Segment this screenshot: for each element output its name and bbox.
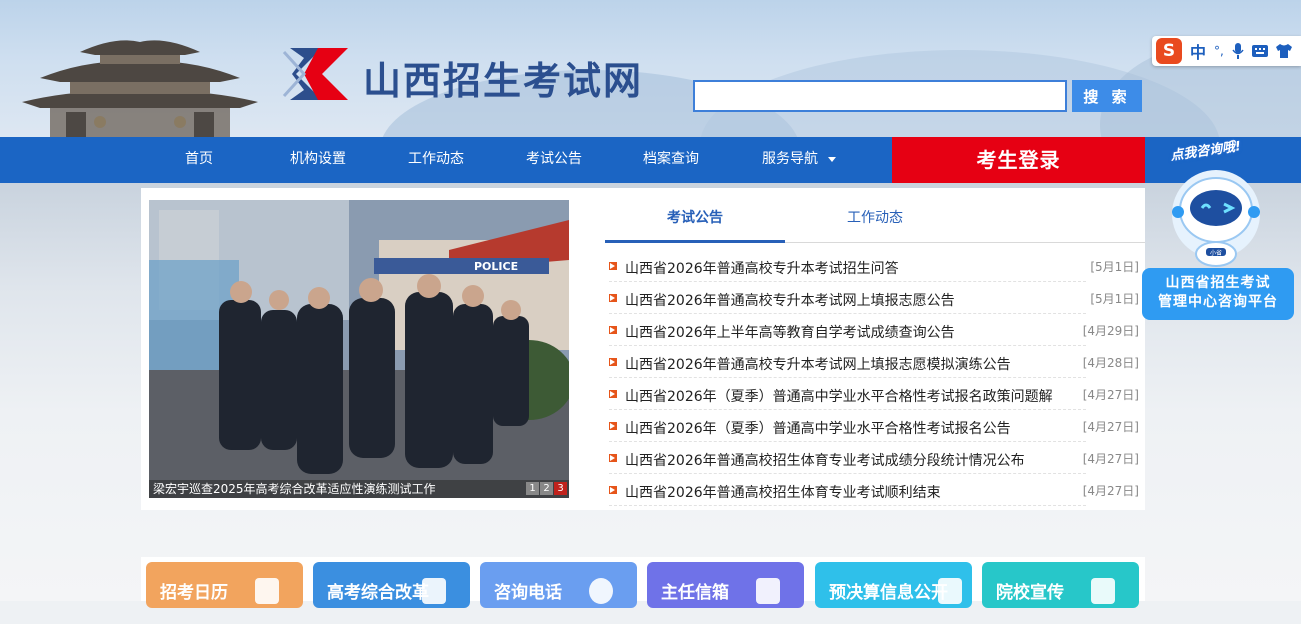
nav-item-home[interactable]: 首页: [185, 137, 213, 183]
police-sign-text: POLICE: [474, 260, 518, 273]
arrow-bullet-icon: [609, 262, 617, 270]
document-edit-icon: [422, 578, 446, 604]
bag-icon: [1091, 578, 1115, 604]
tile-label: 招考日历: [160, 583, 228, 603]
news-date: [4月27日]: [1082, 420, 1139, 434]
tile-college-promo[interactable]: 院校宣传: [982, 562, 1139, 608]
news-divider: [609, 505, 1086, 506]
arrow-bullet-icon: [609, 422, 617, 430]
pagoda-image: [22, 40, 258, 137]
consult-prompt: 点我咨询哦!: [1169, 139, 1242, 164]
microphone-icon[interactable]: [1232, 43, 1244, 59]
news-item[interactable]: 山西省2026年普通高校招生体育专业考试成绩分段统计情况公布 [4月27日]: [609, 442, 1139, 474]
tab-active-indicator: [605, 240, 785, 243]
tab-work-news[interactable]: 工作动态: [785, 200, 965, 242]
tile-gaokao-reform[interactable]: 高考综合改革: [313, 562, 470, 608]
tab-exam-notices[interactable]: 考试公告: [605, 200, 785, 242]
ime-punct-toggle[interactable]: °,: [1214, 44, 1224, 58]
news-title[interactable]: 山西省2026年上半年高等教育自学考试成绩查询公告: [625, 322, 955, 342]
news-date: [5月1日]: [1090, 260, 1139, 274]
robot-label: 小省: [1210, 249, 1222, 257]
news-item[interactable]: 山西省2026年普通高校专升本考试网上填报志愿模拟演练公告 [4月28日]: [609, 346, 1139, 378]
nav-item-service-nav[interactable]: 服务导航: [762, 137, 836, 183]
news-date: [4月27日]: [1082, 452, 1139, 466]
chevron-down-icon: [828, 156, 836, 162]
news-item[interactable]: 山西省2026年（夏季）普通高中学业水平合格性考试报名政策问题解 [4月27日]: [609, 378, 1139, 410]
news-item[interactable]: 山西省2026年普通高校招生体育专业考试顺利结束 [4月27日]: [609, 474, 1139, 506]
news-title[interactable]: 山西省2026年普通高校招生体育专业考试顺利结束: [625, 482, 941, 502]
news-date: [4月28日]: [1082, 356, 1139, 370]
nav-item-work-news[interactable]: 工作动态: [408, 137, 464, 183]
search-input[interactable]: [693, 80, 1067, 112]
sogou-logo: S: [1156, 38, 1182, 64]
news-item[interactable]: 山西省2026年普通高校专升本考试网上填报志愿公告 [5月1日]: [609, 282, 1139, 314]
nav-item-exam-notices[interactable]: 考试公告: [526, 137, 582, 183]
tile-label: 预决算信息公开: [829, 583, 948, 603]
consult-widget[interactable]: 点我咨询哦! 小省 山西省招生考试 管理中心咨询平台: [1142, 138, 1294, 320]
news-title[interactable]: 山西省2026年普通高校专升本考试招生问答: [625, 258, 899, 278]
arrow-bullet-icon: [609, 486, 617, 494]
news-date: [4月27日]: [1082, 388, 1139, 402]
header-banner: 山西招生考试网 S 中 °,: [0, 0, 1301, 137]
calendar-icon: [255, 578, 279, 604]
mail-icon: [756, 578, 780, 604]
arrow-bullet-icon: [609, 454, 617, 462]
news-date: [4月27日]: [1082, 484, 1139, 498]
news-date: [4月29日]: [1082, 324, 1139, 338]
slider-page-1[interactable]: 1: [526, 482, 539, 495]
site-title: 山西招生考试网: [363, 59, 644, 103]
ime-toolbar[interactable]: S 中 °,: [1152, 36, 1301, 66]
news-item[interactable]: 山西省2026年（夏季）普通高中学业水平合格性考试报名公告 [4月27日]: [609, 410, 1139, 442]
consult-line-1: 山西省招生考试: [1165, 275, 1271, 291]
tile-director-mailbox[interactable]: 主任信箱: [647, 562, 804, 608]
consult-line-2: 管理中心咨询平台: [1158, 294, 1278, 310]
news-title[interactable]: 山西省2026年普通高校招生体育专业考试成绩分段统计情况公布: [625, 450, 1025, 470]
shirt-icon[interactable]: [1275, 44, 1292, 58]
keyboard-icon[interactable]: [1251, 44, 1268, 58]
arrow-bullet-icon: [609, 326, 617, 334]
slider-photo[interactable]: POLICE: [149, 200, 569, 498]
news-title[interactable]: 山西省2026年普通高校专升本考试网上填报志愿模拟演练公告: [625, 354, 1011, 374]
arrow-bullet-icon: [609, 358, 617, 366]
tile-consult-phone[interactable]: 咨询电话: [480, 562, 637, 608]
search-button[interactable]: 搜 索: [1072, 80, 1142, 112]
arrow-bullet-icon: [609, 294, 617, 302]
slider-page-2[interactable]: 2: [540, 482, 553, 495]
tile-exam-calendar[interactable]: 招考日历: [146, 562, 303, 608]
nav-item-label: 服务导航: [762, 151, 818, 167]
nav-item-archive-query[interactable]: 档案查询: [643, 137, 699, 183]
tile-budget-disclosure[interactable]: 预决算信息公开: [815, 562, 972, 608]
ime-lang-toggle[interactable]: 中: [1190, 39, 1206, 63]
news-item[interactable]: 山西省2026年上半年高等教育自学考试成绩查询公告 [4月29日]: [609, 314, 1139, 346]
tile-label: 咨询电话: [494, 583, 562, 603]
robot-mascot-icon: 小省: [1172, 170, 1260, 267]
arrow-bullet-icon: [609, 390, 617, 398]
news-date: [5月1日]: [1090, 292, 1139, 306]
news-title[interactable]: 山西省2026年（夏季）普通高中学业水平合格性考试报名政策问题解: [625, 386, 1053, 406]
news-title[interactable]: 山西省2026年普通高校专升本考试网上填报志愿公告: [625, 290, 955, 310]
news-title[interactable]: 山西省2026年（夏季）普通高中学业水平合格性考试报名公告: [625, 418, 1011, 438]
tile-label: 主任信箱: [661, 583, 729, 603]
slider-caption[interactable]: 梁宏宇巡查2025年高考综合改革适应性演练测试工作: [149, 480, 569, 498]
consult-platform-box[interactable]: 山西省招生考试 管理中心咨询平台: [1142, 268, 1294, 320]
nav-item-organization[interactable]: 机构设置: [290, 137, 346, 183]
clipboard-icon: [938, 578, 962, 604]
site-logo: [282, 48, 348, 100]
tile-label: 院校宣传: [996, 583, 1064, 603]
chat-bubble-icon: [589, 578, 613, 604]
news-item[interactable]: 山西省2026年普通高校专升本考试招生问答 [5月1日]: [609, 250, 1139, 282]
tile-label: 高考综合改革: [327, 583, 429, 603]
student-login-button[interactable]: 考生登录: [892, 137, 1145, 183]
slider-page-3[interactable]: 3: [554, 482, 567, 495]
